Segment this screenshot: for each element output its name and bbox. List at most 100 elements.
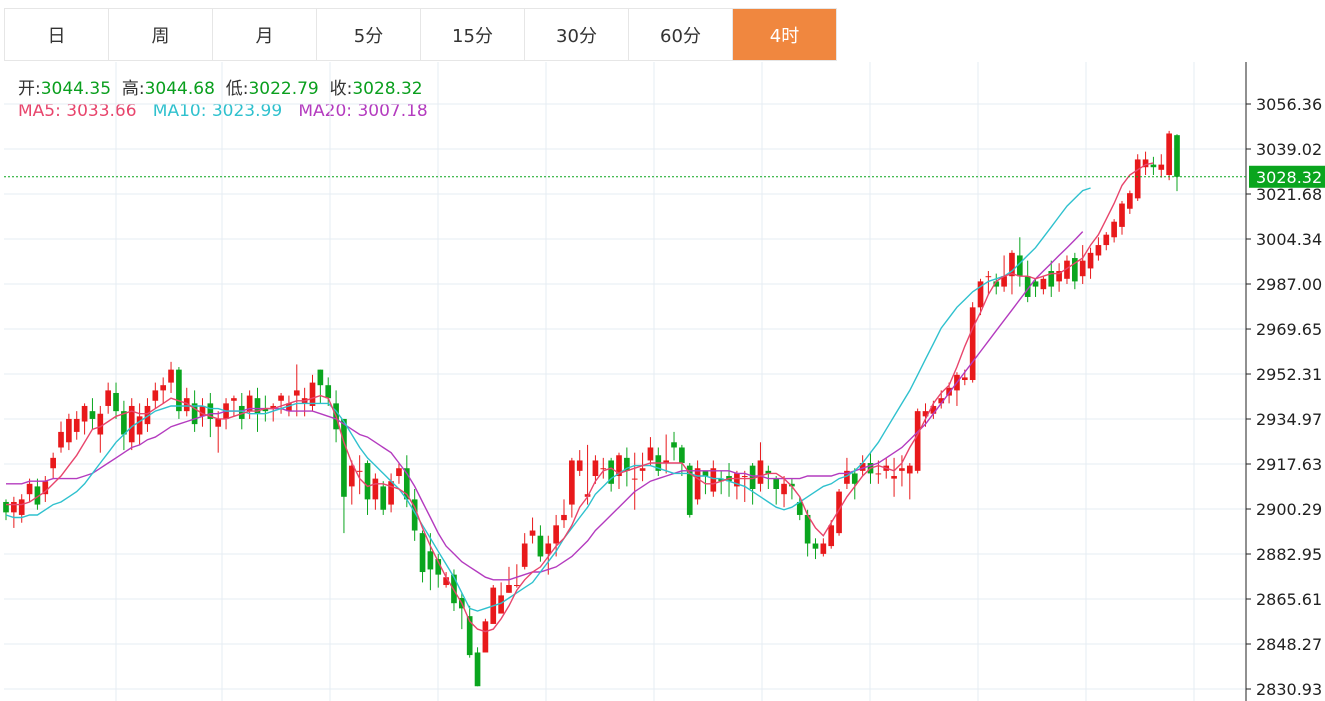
candle-body (592, 460, 599, 477)
candle-body (969, 307, 976, 381)
candle-body (812, 543, 819, 549)
candle-body (514, 585, 520, 587)
candle-body (427, 551, 434, 570)
candle-body (1095, 245, 1102, 256)
y-tick-label: 2900.29 (1256, 500, 1322, 519)
candle-body (325, 385, 332, 399)
candle-body (710, 468, 717, 492)
candle-body (961, 377, 968, 381)
candle-body (741, 476, 748, 478)
candle-body (506, 585, 512, 593)
candle-body (1127, 193, 1133, 209)
y-tick-label: 2934.97 (1256, 410, 1322, 429)
candle-body (899, 468, 905, 471)
candle-body (309, 382, 316, 406)
candle-body (1079, 260, 1086, 277)
candle-body (545, 543, 552, 554)
y-tick-label: 2882.95 (1256, 545, 1322, 564)
candle-body (600, 468, 607, 470)
y-tick-label: 2917.63 (1256, 455, 1322, 474)
candle-body (168, 369, 174, 383)
candle-body (1103, 234, 1110, 246)
candle-body (820, 543, 827, 554)
candlestick-chart[interactable]: 3056.36 3039.02 3021.68 3004.34 2987.00 2969.… (0, 0, 1325, 701)
candle-body (529, 530, 536, 536)
candle-body (671, 442, 677, 448)
candle-body (58, 431, 64, 448)
candle-body (278, 395, 284, 401)
candle-body (561, 514, 567, 521)
candle-body (152, 390, 159, 401)
last-price-label: 3028.32 (1256, 168, 1322, 187)
candle-body (1150, 164, 1157, 168)
candle-body (356, 470, 363, 472)
candle-body (639, 468, 646, 471)
candle-body (482, 621, 489, 653)
y-tick-label: 2987.00 (1256, 275, 1322, 294)
candle-body (81, 405, 88, 422)
candle-body (364, 463, 371, 500)
y-tick-label: 3004.34 (1256, 230, 1322, 249)
y-tick-label: 3021.68 (1256, 185, 1322, 204)
candle-body (372, 478, 379, 500)
candle-body (553, 525, 559, 544)
candle-body (113, 392, 119, 412)
candle-body (1134, 159, 1141, 199)
candle-body (73, 418, 80, 432)
y-tick-label: 2848.27 (1256, 635, 1322, 654)
candle-body (1174, 135, 1180, 177)
candle-body (569, 460, 575, 505)
candle-body (537, 535, 544, 557)
candle-body (781, 483, 787, 495)
candle-body (11, 501, 17, 513)
candle-body (1087, 252, 1094, 269)
candle-body (3, 501, 9, 513)
candle-body (1040, 278, 1047, 290)
candle-body (396, 468, 402, 477)
candle-body (647, 447, 654, 461)
candle-body (89, 411, 96, 419)
candle-body (521, 543, 528, 567)
candle-body (1158, 164, 1165, 170)
candle-body (105, 390, 111, 406)
y-tick-label: 3056.36 (1256, 95, 1322, 114)
candle-body (160, 385, 167, 391)
candle-body (757, 460, 764, 484)
candle-body (317, 369, 324, 386)
candle-body (474, 652, 481, 687)
candle-body (176, 369, 182, 412)
candle-body (906, 465, 913, 474)
y-tick-label: 2865.61 (1256, 590, 1322, 609)
candle-body (1166, 133, 1172, 176)
candle-body (631, 478, 638, 480)
candle-body (875, 473, 882, 475)
candle-body (380, 486, 387, 510)
candle-body (26, 483, 33, 495)
candle-body (679, 447, 685, 464)
candle-body (1111, 221, 1117, 238)
candle-body (946, 387, 952, 396)
candle-body (773, 478, 780, 490)
candle-body (576, 460, 583, 471)
candle-body (97, 413, 104, 435)
y-tick-label: 2969.65 (1256, 320, 1322, 339)
candle-body (136, 416, 143, 435)
y-tick-label: 3039.02 (1256, 140, 1322, 159)
candle-body (694, 468, 701, 500)
candle-body (891, 476, 897, 479)
candle-body (293, 390, 300, 396)
candle-body (419, 533, 426, 573)
candle-body (914, 411, 921, 471)
candle-body (1119, 203, 1125, 227)
candle-body (985, 276, 992, 278)
candle-body (215, 418, 222, 427)
candle-body (341, 418, 347, 497)
y-tick-label: 2830.93 (1256, 680, 1322, 699)
candle-body (18, 499, 25, 515)
candle-body (66, 418, 72, 443)
candle-body (50, 457, 56, 469)
candle-body (851, 473, 858, 484)
candle-body (702, 470, 709, 477)
y-tick-label: 2952.31 (1256, 365, 1322, 384)
candle-body (348, 465, 355, 487)
